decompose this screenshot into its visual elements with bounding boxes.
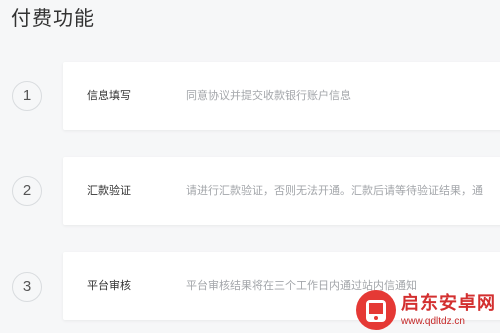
- step-card-remittance-verify: 汇款验证 请进行汇款验证，否则无法开通。汇款后请等待验证结果，通: [63, 157, 500, 225]
- step-title: 平台审核: [87, 279, 131, 292]
- step-description: 同意协议并提交收款银行账户信息: [186, 89, 351, 102]
- phone-icon: [356, 290, 396, 330]
- step-card-info-fill: 信息填写 同意协议并提交收款银行账户信息: [63, 62, 500, 130]
- watermark-url: www.qdltdz.cn: [401, 315, 465, 327]
- page-title: 付费功能: [11, 6, 95, 30]
- step-title: 信息填写: [87, 89, 131, 102]
- step-description: 请进行汇款验证，否则无法开通。汇款后请等待验证结果，通: [186, 184, 483, 197]
- site-watermark: 启东安卓网 www.qdltdz.cn: [356, 290, 496, 330]
- watermark-name: 启东安卓网: [401, 292, 496, 314]
- step-number-3: 3: [12, 272, 42, 302]
- step-title: 汇款验证: [87, 184, 131, 197]
- step-number-2: 2: [12, 176, 42, 206]
- watermark-text: 启东安卓网 www.qdltdz.cn: [401, 293, 496, 328]
- step-number-1: 1: [12, 81, 42, 111]
- payment-features-page: 付费功能 1 信息填写 同意协议并提交收款银行账户信息 2 汇款验证 请进行汇款…: [0, 0, 500, 333]
